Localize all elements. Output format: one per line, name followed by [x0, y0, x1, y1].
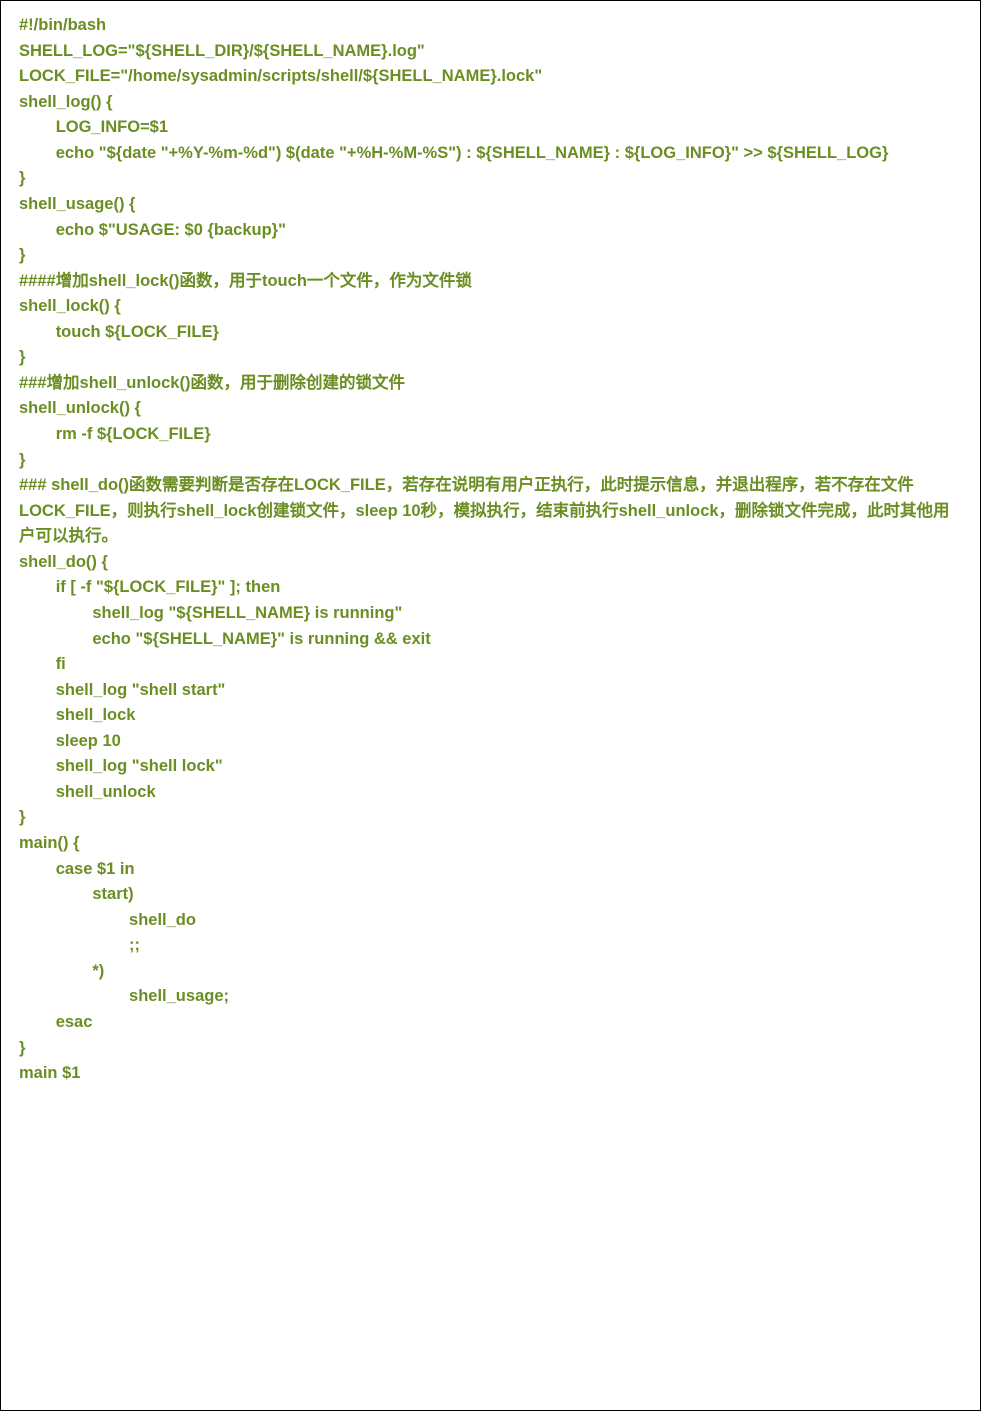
document-page: #!/bin/bash SHELL_LOG="${SHELL_DIR}/${SH… [0, 0, 981, 1411]
code-block: #!/bin/bash SHELL_LOG="${SHELL_DIR}/${SH… [19, 13, 962, 1087]
